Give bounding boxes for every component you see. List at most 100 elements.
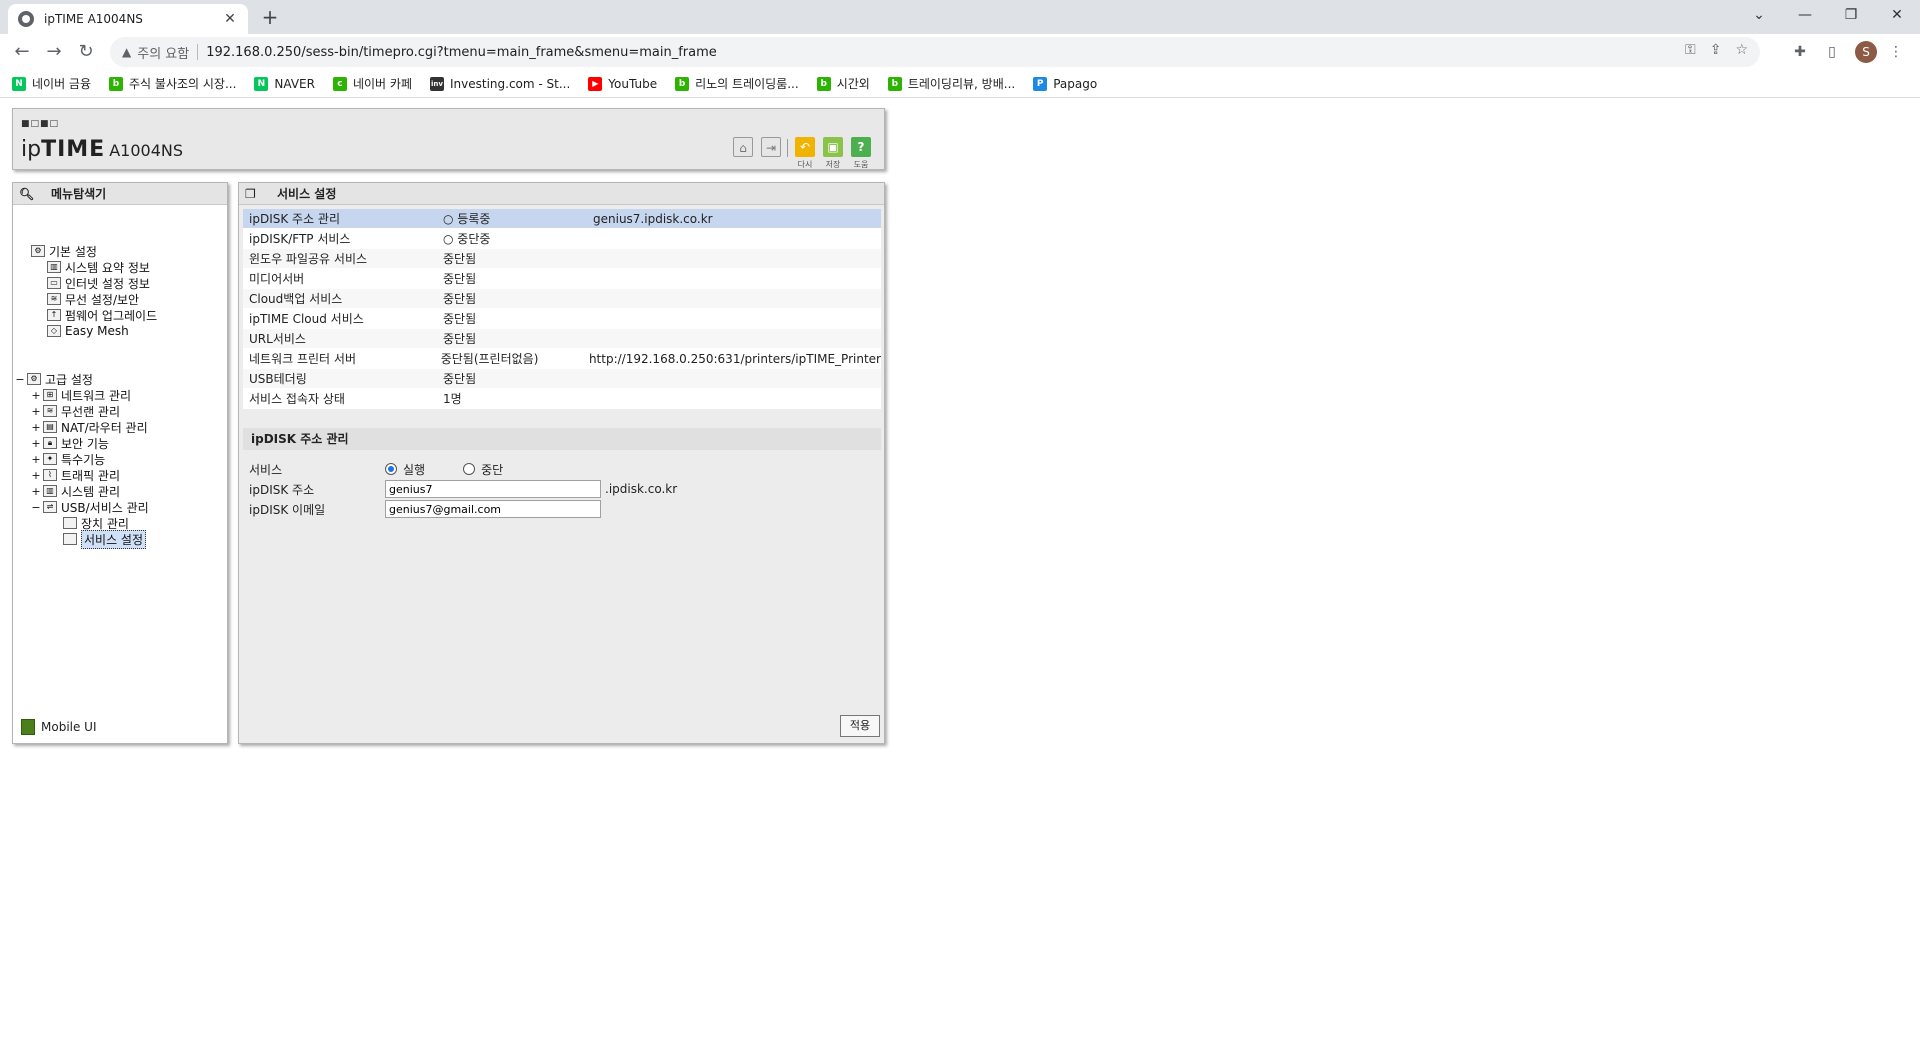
service-row[interactable]: 서비스 접속자 상태 1명 (243, 389, 881, 409)
tree-special-features[interactable]: + ✦ 특수기능 (31, 451, 105, 467)
special-icon: ✦ (43, 453, 57, 465)
ipdisk-email-input[interactable] (385, 500, 601, 518)
expand-icon[interactable]: + (31, 485, 41, 498)
expand-icon[interactable]: + (31, 437, 41, 450)
help-icon[interactable]: ? (851, 137, 871, 157)
bookmark-label: 트레이딩리뷰, 방배... (907, 77, 1016, 91)
expand-icon[interactable]: + (31, 469, 41, 482)
tree-network-management[interactable]: + ⊞ 네트워크 관리 (31, 387, 131, 403)
tree-label: 인터넷 설정 정보 (65, 276, 150, 291)
stop-radio[interactable] (463, 463, 476, 475)
tree-usb-service[interactable]: − ⇌ USB/서비스 관리 (31, 499, 148, 515)
tree-basic-settings[interactable]: ⚙ 기본 설정 (19, 243, 97, 259)
back-icon[interactable]: ← (10, 40, 34, 64)
bookmark-favicon: N (12, 76, 26, 91)
tree-easy-mesh[interactable]: ◇ Easy Mesh (35, 323, 129, 339)
mobile-ui-link[interactable]: Mobile UI (21, 719, 97, 735)
expand-icon[interactable]: + (31, 389, 41, 402)
chart-icon: ▥ (47, 261, 61, 273)
collapse-icon[interactable]: − (15, 373, 25, 386)
tree-internet-settings[interactable]: ▭ 인터넷 설정 정보 (35, 275, 150, 291)
key-icon[interactable]: ⚿ (1685, 42, 1696, 58)
tree-traffic-management[interactable]: + ⌇ 트래픽 관리 (31, 467, 120, 483)
reload-icon[interactable]: ↻ (74, 40, 98, 64)
close-window-button[interactable]: ✕ (1874, 0, 1920, 30)
side-panel-icon[interactable]: ▯ (1820, 40, 1844, 64)
tab-search-icon[interactable]: ⌄ (1736, 0, 1782, 30)
expand-icon[interactable]: + (31, 421, 41, 434)
tree-wireless-security[interactable]: ≋ 무선 설정/보안 (35, 291, 139, 307)
bookmark-item[interactable]: b 리노의 트레이딩룸... (675, 75, 799, 92)
iptime-logo: ipTIME A1004NS (21, 137, 183, 162)
service-settings-title: 서비스 설정 (277, 187, 337, 201)
tree-system-summary[interactable]: ▥ 시스템 요약 정보 (35, 259, 150, 275)
bookmark-favicon: b (887, 76, 902, 91)
tree-label: 무선 설정/보안 (65, 292, 140, 307)
tree-firmware-upgrade[interactable]: ↑ 펌웨어 업그레이드 (35, 307, 157, 323)
service-row[interactable]: 미디어서버 중단됨 (243, 269, 881, 289)
star-icon[interactable]: ☆ (1735, 42, 1748, 58)
service-row[interactable]: 네트워크 프린터 서버 중단됨(프린터없음) http://192.168.0.25… (243, 349, 881, 369)
menu-icon[interactable]: ⋮ (1884, 40, 1908, 64)
security-label[interactable]: 주의 요함 (137, 43, 189, 62)
url-text[interactable]: 192.168.0.250/sess-bin/timepro.cgi?tmenu… (206, 45, 717, 60)
bookmark-favicon: inv (429, 76, 444, 91)
address-bar[interactable]: ▲ 주의 요함 192.168.0.250/sess-bin/timepro.c… (110, 37, 1760, 67)
bookmark-item[interactable]: b 트레이딩리뷰, 방배... (887, 75, 1016, 92)
service-row[interactable]: USB테더링 중단됨 (243, 369, 881, 389)
new-tab-button[interactable]: + (258, 6, 282, 30)
refresh-icon[interactable]: ↶ (795, 137, 815, 157)
usb-icon: ⇌ (43, 501, 57, 513)
save-label: 저장 (825, 160, 841, 169)
service-row[interactable]: 윈도우 파일공유 서비스 중단됨 (243, 249, 881, 269)
logout-icon[interactable]: ⇥ (761, 137, 781, 157)
apply-button[interactable]: 적용 (840, 715, 880, 737)
service-row[interactable]: ipDISK 주소 관리 ○ 등록중 genius7.ipdisk.co.kr (243, 209, 881, 229)
share-icon[interactable]: ⇪ (1710, 42, 1722, 58)
ipdisk-address-input[interactable] (385, 480, 601, 498)
bookmark-item[interactable]: N 네이버 금융 (12, 75, 91, 92)
logo-prefix: ip (21, 137, 42, 162)
extensions-icon[interactable]: ✚ (1788, 40, 1812, 64)
bookmark-item[interactable]: ▶ YouTube (588, 76, 657, 91)
tree-wireless-management[interactable]: + ≋ 무선랜 관리 (31, 403, 120, 419)
tree-advanced-settings[interactable]: − ⚙ 고급 설정 (15, 371, 93, 387)
tree-system-management[interactable]: + ▥ 시스템 관리 (31, 483, 120, 499)
service-row[interactable]: ipTIME Cloud 서비스 중단됨 (243, 309, 881, 329)
save-icon[interactable]: ▣ (823, 137, 843, 157)
restore-button[interactable]: ❐ (1828, 0, 1874, 30)
run-radio[interactable] (385, 463, 397, 475)
home-icon[interactable]: ⌂ (733, 137, 753, 157)
service-name: 서비스 접속자 상태 (249, 392, 345, 406)
menu-explorer-title-bar: 🔍︎ 메뉴탐색기 (13, 183, 227, 205)
expand-icon[interactable]: + (31, 405, 41, 418)
ipdisk-address-row: ipDISK 주소 .ipdisk.co.kr (249, 479, 677, 499)
service-name: 미디어서버 (249, 272, 305, 286)
bookmark-favicon: P (1033, 76, 1048, 91)
service-status: 중단됨 (443, 332, 477, 346)
profile-avatar[interactable]: S (1855, 41, 1877, 63)
service-row[interactable]: ipDISK/FTP 서비스 ○ 중단중 (243, 229, 881, 249)
tree-label: 기본 설정 (49, 244, 97, 259)
bookmark-item[interactable]: b 주식 불사조의 시장... (109, 75, 236, 92)
bookmark-item[interactable]: b 시간외 (816, 75, 870, 92)
close-tab-icon[interactable]: ✕ (222, 11, 238, 27)
tree-security[interactable]: + 🔒︎ 보안 기능 (31, 435, 109, 451)
minimize-button[interactable]: — (1782, 0, 1828, 30)
service-row[interactable]: URL서비스 중단됨 (243, 329, 881, 349)
bookmark-item[interactable]: c 네이버 카페 (332, 75, 412, 92)
expand-icon[interactable]: + (31, 453, 41, 466)
bookmark-item[interactable]: P Papago (1033, 76, 1097, 91)
tree-service-settings[interactable]: 서비스 설정 (63, 529, 147, 549)
bookmark-item[interactable]: N NAVER (254, 76, 315, 91)
logo-bold: TIME (41, 137, 106, 162)
tree-nat-router[interactable]: + ▤ NAT/라우터 관리 (31, 419, 147, 435)
bookmark-item[interactable]: inv Investing.com - St... (429, 76, 570, 91)
tree-label: Easy Mesh (65, 324, 129, 338)
service-status: 중단됨 (443, 372, 477, 386)
logo-squares-icon: ■□■□ (21, 119, 60, 129)
browser-tab[interactable]: ipTIME A1004NS ✕ (8, 4, 248, 34)
service-row[interactable]: Cloud백업 서비스 중단됨 (243, 289, 881, 309)
forward-icon[interactable]: → (42, 40, 66, 64)
collapse-icon[interactable]: − (31, 501, 41, 514)
